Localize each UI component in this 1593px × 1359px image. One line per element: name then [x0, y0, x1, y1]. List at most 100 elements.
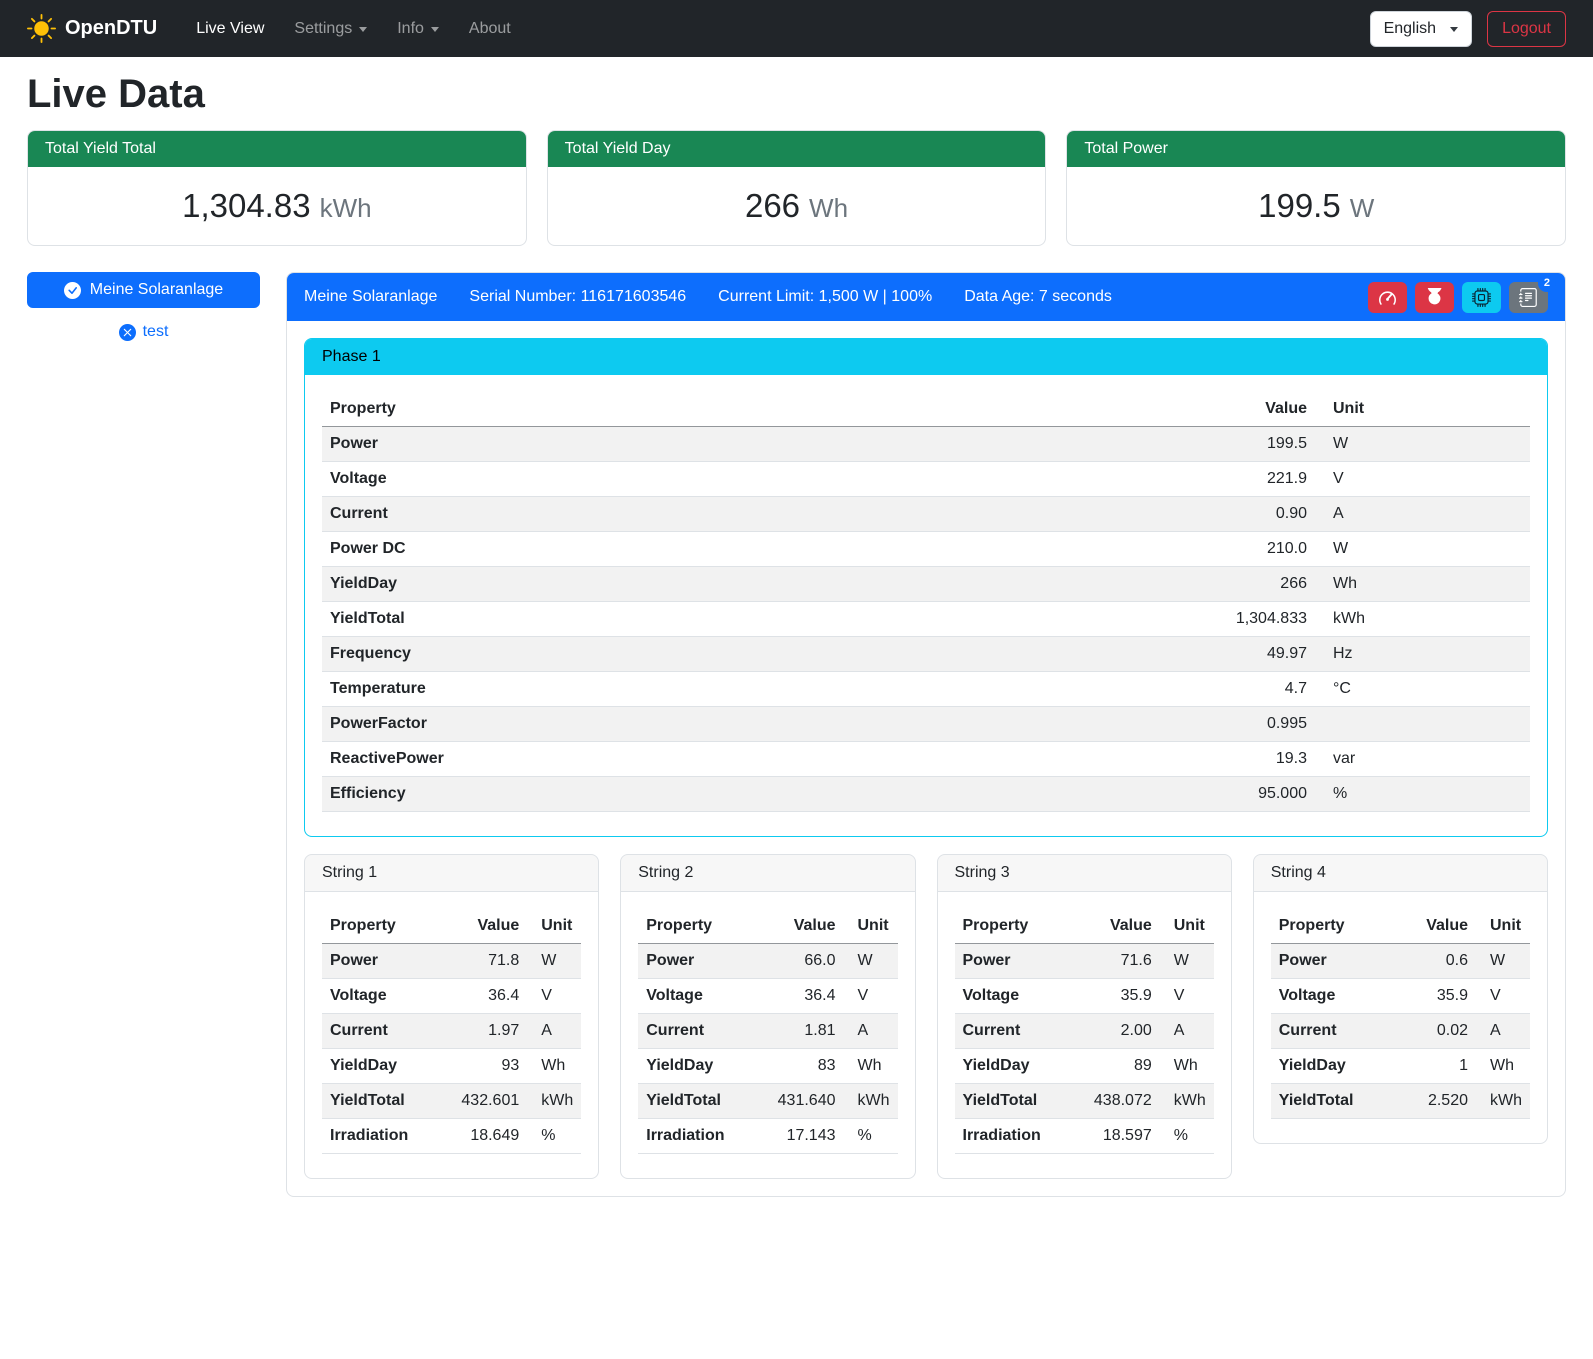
string-3-table: Property Value Unit Power	[955, 909, 1214, 1154]
string-2-card: String 2 Property Value Unit	[620, 854, 915, 1179]
nav-item-info-label: Info	[397, 20, 424, 38]
nav-item-info[interactable]: Info	[382, 11, 454, 47]
inverter-data-age: Data Age: 7 seconds	[964, 288, 1112, 306]
phase-title: Phase 1	[305, 339, 1547, 375]
unit-cell: W	[1160, 944, 1214, 979]
nav-item-live-view[interactable]: Live View	[181, 11, 279, 47]
value-cell: 18.597	[1086, 1119, 1160, 1154]
unit-cell: °C	[1315, 672, 1530, 707]
table-row: YieldDay 83 Wh	[638, 1049, 897, 1084]
table-row: YieldDay 93 Wh	[322, 1049, 581, 1084]
unit-cell: kWh	[1315, 602, 1530, 637]
table-row: Power DC 210.0 W	[322, 532, 1530, 567]
unit-cell: W	[1476, 944, 1530, 979]
test-inverter-label: test	[143, 323, 169, 341]
speedometer-icon	[1377, 288, 1398, 307]
unit-cell: A	[844, 1014, 898, 1049]
card-unit: W	[1350, 193, 1375, 223]
value-cell: 0.90	[1195, 497, 1315, 532]
table-row: YieldDay 1 Wh	[1271, 1049, 1530, 1084]
value-cell: 66.0	[770, 944, 844, 979]
table-row: Voltage 221.9 V	[322, 462, 1530, 497]
table-row: Efficiency 95.000 %	[322, 777, 1530, 812]
table-row: Irradiation 18.649 %	[322, 1119, 581, 1154]
device-info-button[interactable]	[1462, 282, 1501, 313]
total-yield-day-card: Total Yield Day 266Wh	[547, 130, 1047, 246]
summary-cards: Total Yield Total 1,304.83kWh Total Yiel…	[27, 130, 1566, 246]
page-title: Live Data	[27, 72, 1566, 117]
sun-icon	[27, 14, 56, 43]
property-cell: Voltage	[955, 979, 1086, 1014]
power-settings-button[interactable]	[1415, 282, 1454, 313]
property-cell: ReactivePower	[322, 742, 1195, 777]
value-cell: 2.520	[1404, 1084, 1476, 1119]
property-cell: YieldTotal	[322, 602, 1195, 637]
card-title: Total Yield Day	[548, 131, 1046, 167]
property-cell: YieldDay	[638, 1049, 769, 1084]
inverter-serial: Serial Number: 116171603546	[469, 288, 686, 306]
property-cell: Frequency	[322, 637, 1195, 672]
card-title: Total Yield Total	[28, 131, 526, 167]
brand[interactable]: OpenDTU	[27, 14, 157, 43]
table-row: YieldTotal 431.640 kWh	[638, 1084, 897, 1119]
table-row: YieldTotal 432.601 kWh	[322, 1084, 581, 1119]
value-cell: 0.995	[1195, 707, 1315, 742]
test-inverter-link[interactable]: test	[27, 323, 260, 341]
inverter-select-button[interactable]: Meine Solaranlage	[27, 272, 260, 308]
value-cell: 221.9	[1195, 462, 1315, 497]
table-row: YieldTotal 1,304.833 kWh	[322, 602, 1530, 637]
unit-cell: Wh	[844, 1049, 898, 1084]
x-circle-icon	[119, 324, 136, 341]
logout-button[interactable]: Logout	[1487, 11, 1566, 47]
value-cell: 71.8	[453, 944, 527, 979]
journal-text-icon	[1519, 288, 1538, 307]
value-cell: 199.5	[1195, 427, 1315, 462]
unit-cell: kWh	[1160, 1084, 1214, 1119]
total-power-card: Total Power 199.5W	[1066, 130, 1566, 246]
chevron-down-icon	[359, 27, 367, 32]
value-column-header: Value	[1195, 392, 1315, 427]
unit-cell: A	[1476, 1014, 1530, 1049]
table-row: Current 1.97 A	[322, 1014, 581, 1049]
language-select[interactable]: English	[1370, 11, 1472, 47]
unit-cell: V	[844, 979, 898, 1014]
unit-cell: W	[527, 944, 581, 979]
unit-cell: var	[1315, 742, 1530, 777]
table-row: Irradiation 18.597 %	[955, 1119, 1214, 1154]
unit-cell: kWh	[527, 1084, 581, 1119]
property-column-header: Property	[322, 909, 453, 944]
string-1-card: String 1 Property Value Unit	[304, 854, 599, 1179]
event-log-button[interactable]: 2	[1509, 282, 1548, 313]
table-row: YieldTotal 438.072 kWh	[955, 1084, 1214, 1119]
property-cell: Current	[638, 1014, 769, 1049]
nav-item-settings[interactable]: Settings	[279, 11, 382, 47]
table-header-row: Property Value Unit	[955, 909, 1214, 944]
cpu-icon	[1472, 288, 1491, 307]
nav-item-about[interactable]: About	[454, 11, 526, 47]
property-cell: Voltage	[1271, 979, 1404, 1014]
inverter-sidebar: Meine Solaranlage test	[27, 272, 260, 341]
property-column-header: Property	[955, 909, 1086, 944]
total-yield-total-card: Total Yield Total 1,304.83kWh	[27, 130, 527, 246]
property-cell: Power	[638, 944, 769, 979]
string-2-table: Property Value Unit Power	[638, 909, 897, 1154]
navbar-right: English Logout	[1370, 11, 1566, 47]
unit-cell: V	[1315, 462, 1530, 497]
value-cell: 438.072	[1086, 1084, 1160, 1119]
table-row: Current 0.02 A	[1271, 1014, 1530, 1049]
unit-cell: %	[527, 1119, 581, 1154]
table-row: YieldTotal 2.520 kWh	[1271, 1084, 1530, 1119]
inverter-name: Meine Solaranlage	[304, 288, 437, 306]
card-unit: kWh	[320, 193, 372, 223]
value-cell: 432.601	[453, 1084, 527, 1119]
value-cell: 71.6	[1086, 944, 1160, 979]
unit-cell: Hz	[1315, 637, 1530, 672]
limit-settings-button[interactable]	[1368, 282, 1407, 313]
property-column-header: Property	[322, 392, 1195, 427]
value-cell: 1.97	[453, 1014, 527, 1049]
value-cell: 0.6	[1404, 944, 1476, 979]
string-title: String 3	[938, 855, 1231, 892]
table-row: Voltage 35.9 V	[955, 979, 1214, 1014]
property-cell: Irradiation	[955, 1119, 1086, 1154]
table-row: YieldDay 266 Wh	[322, 567, 1530, 602]
